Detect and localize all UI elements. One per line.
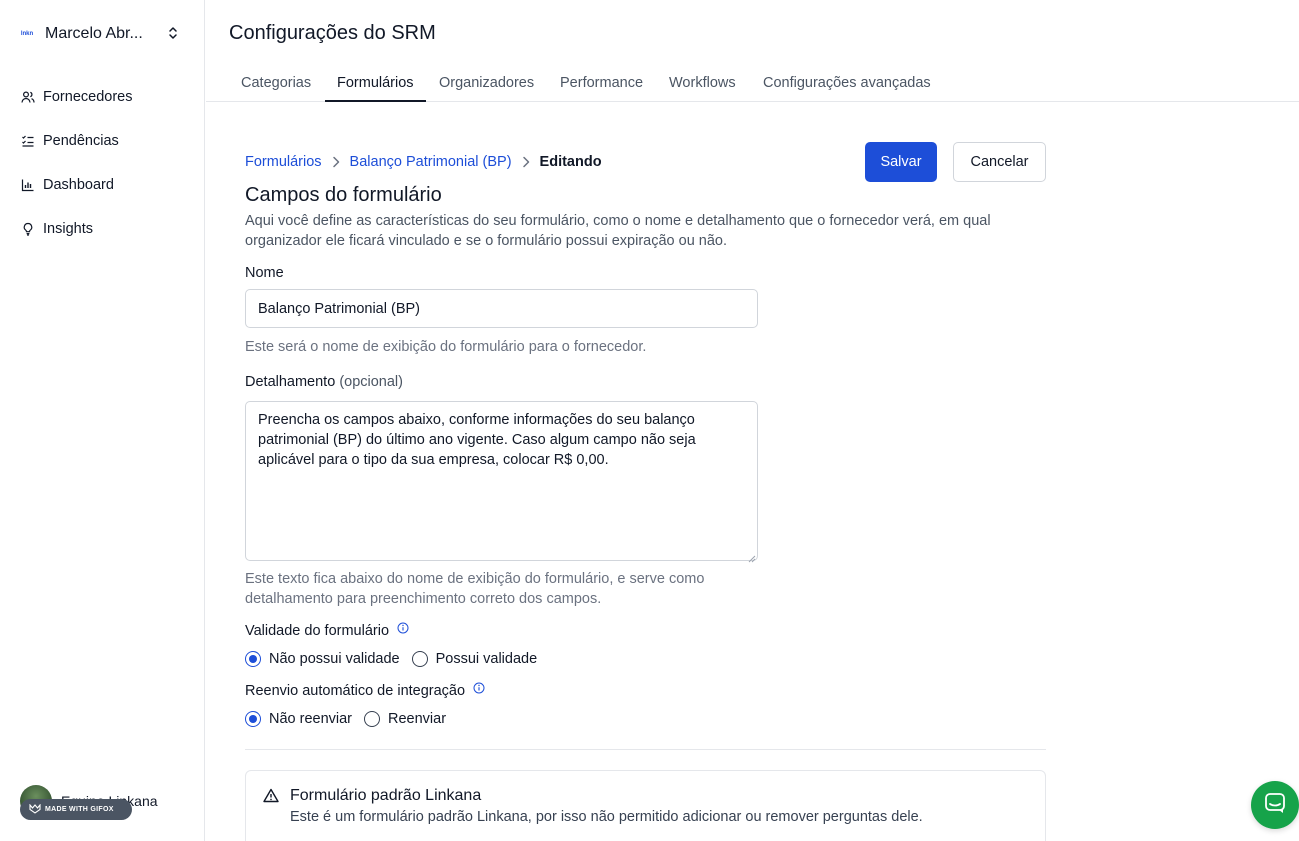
tab-categorias[interactable]: Categorias	[229, 69, 323, 102]
chevron-right-icon	[522, 156, 530, 168]
warning-icon	[263, 788, 279, 808]
radio-unchecked	[364, 711, 381, 727]
name-helper: Este será o nome de exibição do formulár…	[245, 339, 647, 355]
details-label-text: Detalhamento	[245, 374, 336, 390]
users-icon	[20, 89, 36, 105]
details-textarea[interactable]: Preencha os campos abaixo, conforme info…	[245, 401, 758, 561]
resend-label-text: Reenvio automático de integração	[245, 683, 466, 699]
org-logo: lnkn	[20, 31, 34, 37]
sidebar-item-fornecedores[interactable]: Fornecedores	[20, 84, 190, 110]
optional-tag: (opcional)	[339, 374, 403, 390]
app: lnkn Marcelo Abr... Fornecedores Pendênc…	[0, 0, 1299, 841]
list-check-icon	[20, 133, 36, 149]
notice-title: Formulário padrão Linkana	[290, 787, 482, 804]
info-icon[interactable]	[397, 622, 409, 638]
name-input[interactable]	[245, 289, 758, 328]
sidebar-item-label: Pendências	[43, 133, 119, 149]
page-title: Configurações do SRM	[229, 22, 436, 44]
radio-checked	[245, 651, 261, 667]
gifox-logo-icon	[29, 802, 41, 816]
cancel-button[interactable]: Cancelar	[953, 142, 1046, 182]
tab-organizadores[interactable]: Organizadores	[427, 69, 546, 102]
resend-label: Reenvio automático de integração	[245, 682, 485, 699]
breadcrumb: Formulários Balanço Patrimonial (BP) Edi…	[245, 152, 602, 172]
breadcrumb-formularios[interactable]: Formulários	[245, 154, 322, 170]
org-name: Marcelo Abr...	[45, 25, 143, 42]
details-helper: Este texto fica abaixo do nome de exibiç…	[245, 571, 705, 607]
notice-text: Este é um formulário padrão Linkana, por…	[290, 809, 923, 825]
chevron-right-icon	[332, 156, 340, 168]
sidebar: lnkn Marcelo Abr... Fornecedores Pendênc…	[0, 0, 205, 841]
org-switcher[interactable]: lnkn Marcelo Abr...	[20, 20, 185, 48]
bar-chart-icon	[20, 177, 36, 193]
sidebar-item-insights[interactable]: Insights	[20, 216, 190, 242]
tab-performance[interactable]: Performance	[548, 69, 655, 102]
resize-handle-icon[interactable]	[748, 550, 756, 568]
sidebar-item-dashboard[interactable]: Dashboard	[20, 172, 190, 198]
details-label: Detalhamento (opcional)	[245, 374, 403, 390]
sidebar-nav: Fornecedores Pendências Dashboard Insigh…	[20, 84, 190, 260]
radio-label: Não possui validade	[269, 651, 400, 667]
breadcrumb-balanco[interactable]: Balanço Patrimonial (BP)	[350, 154, 512, 170]
sidebar-item-label: Insights	[43, 221, 93, 237]
info-icon[interactable]	[473, 682, 485, 698]
gifox-watermark: MADE WITH GIFOX	[20, 799, 132, 820]
tab-configuracoes-avancadas[interactable]: Configurações avançadas	[751, 69, 943, 102]
breadcrumb-current: Editando	[539, 154, 602, 170]
notice-card: Formulário padrão Linkana Este é um form…	[245, 770, 1046, 841]
lightbulb-icon	[20, 221, 36, 237]
tab-bar: Categorias Formulários Organizadores Per…	[206, 69, 1299, 102]
radio-no-resend[interactable]: Não reenviar	[245, 711, 352, 727]
radio-label: Possui validade	[435, 651, 538, 667]
sidebar-item-label: Dashboard	[43, 177, 114, 193]
validity-radio-group: Não possui validade Possui validade	[245, 651, 549, 667]
radio-unchecked	[411, 651, 428, 667]
validity-label-text: Validade do formulário	[245, 623, 390, 639]
sidebar-item-label: Fornecedores	[43, 89, 133, 105]
tab-formularios[interactable]: Formulários	[325, 69, 426, 102]
chat-button[interactable]	[1251, 781, 1299, 829]
radio-resend[interactable]: Reenviar	[364, 711, 446, 727]
gifox-text: MADE WITH GIFOX	[45, 806, 114, 813]
name-label: Nome	[245, 265, 284, 281]
save-button[interactable]: Salvar	[865, 142, 937, 182]
validity-label: Validade do formulário	[245, 622, 409, 639]
radio-label: Não reenviar	[269, 711, 353, 727]
radio-no-validity[interactable]: Não possui validade	[245, 651, 400, 667]
chat-icon	[1264, 792, 1286, 819]
section-title: Campos do formulário	[245, 184, 442, 206]
chevron-up-down-icon	[167, 25, 179, 46]
tab-workflows[interactable]: Workflows	[657, 69, 748, 102]
radio-label: Reenviar	[388, 711, 447, 727]
radio-checked	[245, 711, 261, 727]
sidebar-item-pendencias[interactable]: Pendências	[20, 128, 190, 154]
divider	[245, 749, 1046, 750]
section-description: Aqui você define as características do s…	[245, 213, 991, 249]
resend-radio-group: Não reenviar Reenviar	[245, 711, 458, 727]
radio-has-validity[interactable]: Possui validade	[411, 651, 538, 667]
